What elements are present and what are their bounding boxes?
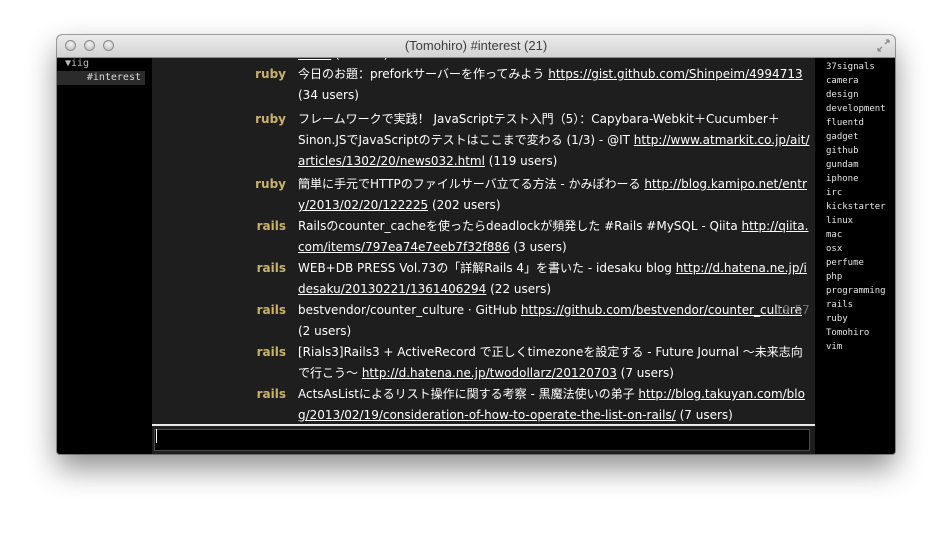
message-link[interactable]: share: [298, 58, 331, 61]
channel-list-item[interactable]: php: [826, 270, 842, 284]
channel-list-item[interactable]: Tomohiro: [826, 326, 869, 340]
message-text: bestvendor/counter_culture · GitHub http…: [298, 300, 810, 342]
channel-list-item[interactable]: gadget: [826, 130, 859, 144]
message-text-fragment: (34 users): [298, 88, 359, 102]
message-text: 今日のお題：preforkサーバーを作ってみよう https://gist.gi…: [298, 64, 810, 106]
channel-list-item[interactable]: mac: [826, 228, 842, 242]
tree-channel-label: #interest: [86, 72, 141, 83]
message-text: ActsAsListによるリスト操作に関する考察 - 黒魔法使いの弟子 http…: [298, 384, 810, 426]
message-text-fragment: (7 users): [675, 408, 733, 422]
channel-list-item[interactable]: iphone: [826, 172, 859, 186]
message-text-fragment: (7 users): [616, 366, 674, 380]
channel-list-item[interactable]: irc: [826, 186, 842, 200]
message-text-fragment: (3 users): [509, 240, 567, 254]
channel-list-item[interactable]: linux: [826, 214, 853, 228]
message-nick[interactable]: ruby: [255, 64, 286, 85]
channel-list-item[interactable]: github: [826, 144, 859, 158]
message-nick[interactable]: ruby: [255, 109, 286, 130]
message-text: Railsのcounter_cacheを使ったらdeadlockが頻発した #R…: [298, 216, 810, 258]
message-nick[interactable]: ruby: [255, 174, 286, 195]
message-text-fragment: bestvendor/counter_culture · GitHub: [298, 303, 521, 317]
channel-list-item[interactable]: ruby: [826, 312, 848, 326]
input-area: [152, 424, 815, 454]
channel-list-item[interactable]: vim: [826, 340, 842, 354]
channel-list-item[interactable]: gundam: [826, 158, 859, 172]
message-text: [Rials3]Rails3 + ActiveRecord で正しくtimezo…: [298, 342, 810, 384]
tree-channel-interest[interactable]: #interest: [57, 71, 145, 85]
channel-list-item[interactable]: fluentd: [826, 116, 864, 130]
message-text-fragment: 今日のお題：preforkサーバーを作ってみよう: [298, 67, 549, 81]
tree-server-iig[interactable]: ▼iig: [65, 58, 89, 69]
channel-list-item[interactable]: kickstarter: [826, 200, 886, 214]
message-text-fragment: (22 users): [486, 282, 551, 296]
channel-list-item[interactable]: rails: [826, 298, 853, 312]
message-text: 簡単に手元でHTTPのファイルサーバ立てる方法 - かみぽわーる http://…: [298, 174, 810, 216]
message-text-fragment: (119 users): [484, 154, 558, 168]
title-bar[interactable]: (Tomohiro) #interest (21): [57, 35, 895, 58]
message-nick[interactable]: rails: [257, 216, 286, 237]
message-link[interactable]: http://d.hatena.ne.jp/twodollarz/2012070…: [362, 366, 617, 380]
message-nick[interactable]: rails: [257, 342, 286, 363]
message-text: フレームワークで実践！ JavaScriptテスト入門（5）：Capybara-…: [298, 109, 810, 172]
message-link[interactable]: https://github.com/bestvendor/counter_cu…: [521, 303, 802, 317]
message-input[interactable]: [154, 429, 810, 451]
message-text-fragment: 簡単に手元でHTTPのファイルサーバ立てる方法 - かみぽわーる: [298, 177, 645, 191]
channel-list-item[interactable]: programming: [826, 284, 886, 298]
irc-window: (Tomohiro) #interest (21) ▼iig #interest…: [57, 35, 895, 454]
channel-list: 37signals camera design development fluentd g…: [815, 58, 895, 454]
window-title: (Tomohiro) #interest (21): [404, 38, 548, 53]
message-log[interactable]: share (3 users) ruby 今日のお題：preforkサーバーを作って…: [152, 58, 815, 454]
message-timestamp: 19:57: [775, 303, 810, 317]
text-caret: [156, 429, 157, 443]
message-text-fragment: (202 users): [428, 198, 501, 212]
message-text-fragment: (3 users): [331, 58, 388, 61]
fullscreen-icon[interactable]: [877, 39, 890, 52]
message-nick[interactable]: rails: [257, 300, 286, 321]
message-nick[interactable]: rails: [257, 384, 286, 405]
message-text-fragment: (2 users): [298, 324, 352, 338]
message-text-fragment: Railsのcounter_cacheを使ったらdeadlockが頻発した #R…: [298, 219, 742, 233]
message-text-fragment: ActsAsListによるリスト操作に関する考察 - 黒魔法使いの弟子: [298, 387, 639, 401]
channel-list-item[interactable]: perfume: [826, 256, 864, 270]
channel-list-item[interactable]: 37signals: [826, 60, 875, 74]
message-text-fragment: WEB+DB PRESS Vol.73の「詳解Rails 4」を書いた - id…: [298, 261, 676, 275]
channel-list-item[interactable]: design: [826, 88, 859, 102]
channel-list-item[interactable]: osx: [826, 242, 842, 256]
channel-list-item[interactable]: development: [826, 102, 886, 116]
message-link[interactable]: https://gist.github.com/Shinpeim/4994713: [548, 67, 802, 81]
channel-list-item[interactable]: camera: [826, 74, 859, 88]
message-text: WEB+DB PRESS Vol.73の「詳解Rails 4」を書いた - id…: [298, 258, 810, 300]
server-tree: ▼iig #interest: [57, 58, 152, 454]
message-nick[interactable]: rails: [257, 258, 286, 279]
